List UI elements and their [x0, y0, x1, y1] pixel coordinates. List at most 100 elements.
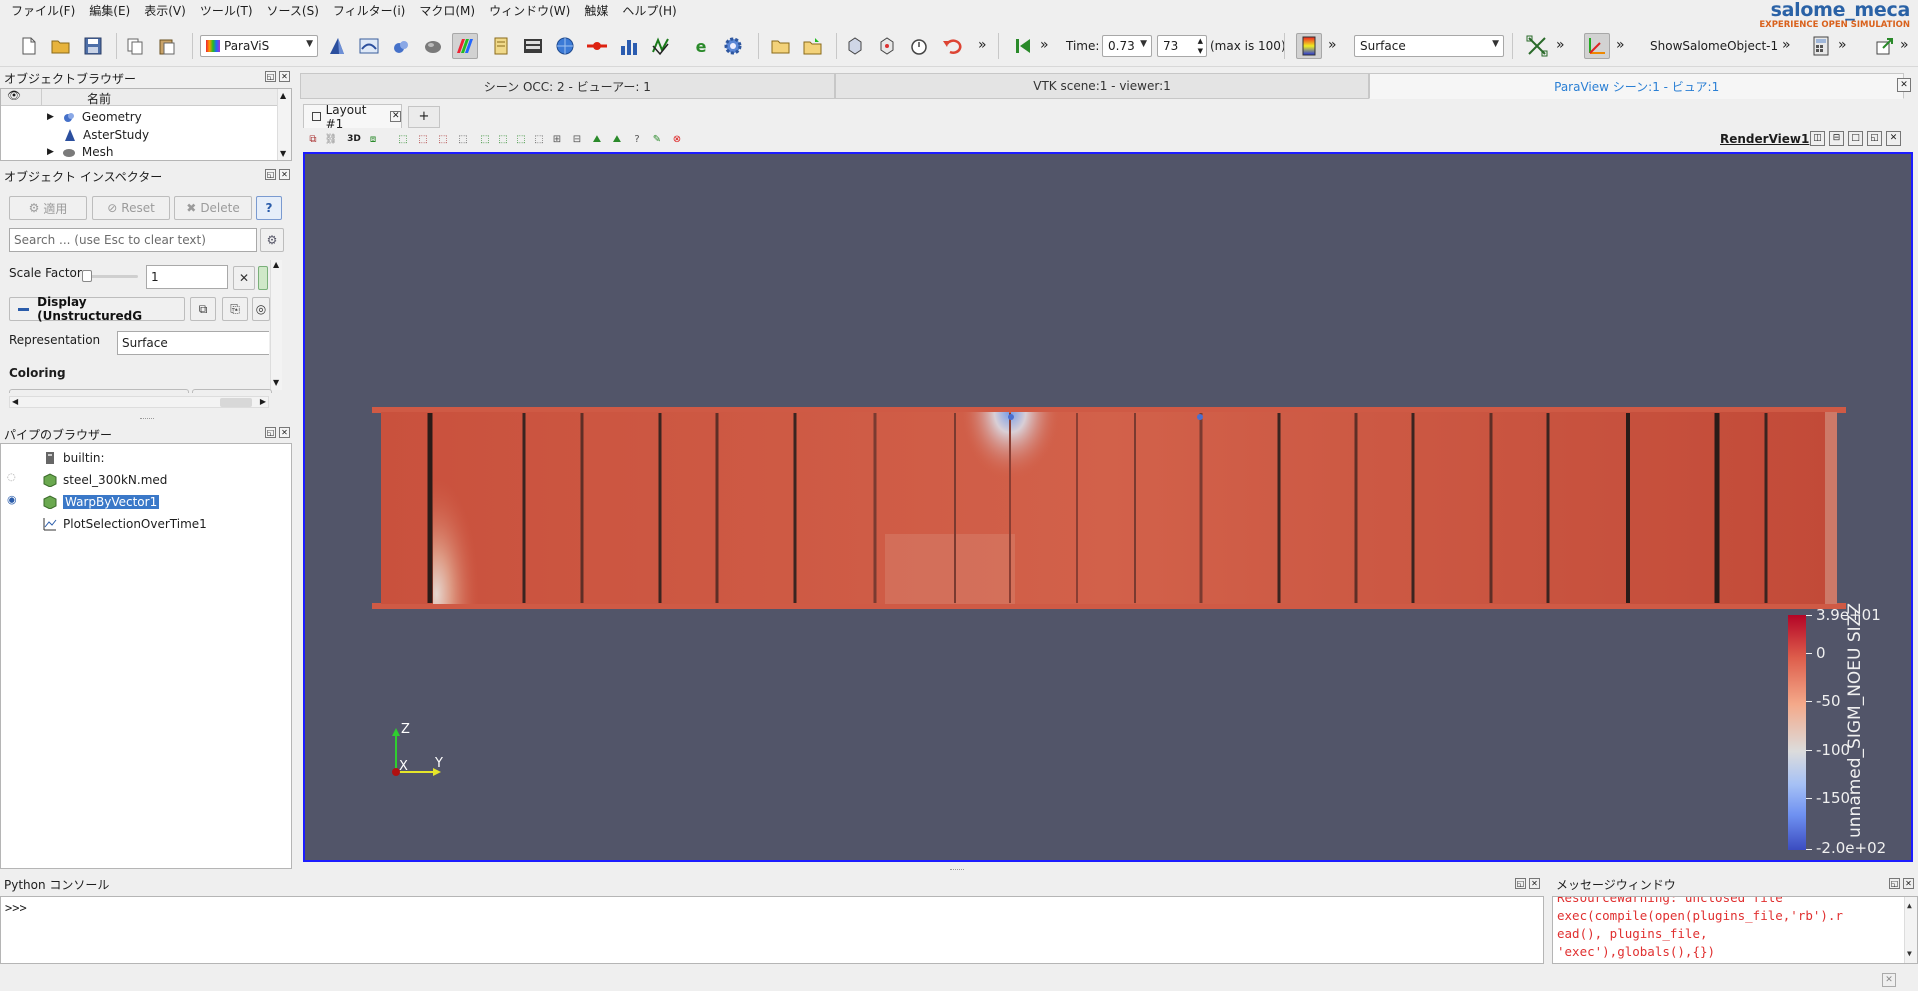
scroll-up-icon[interactable]: ▲ — [273, 260, 279, 269]
scroll-left-icon[interactable]: ◀ — [12, 397, 18, 406]
message-window[interactable]: ResourceWarning: unclosed file exec(comp… — [1552, 896, 1918, 964]
add-layout-tab-button[interactable]: + — [408, 106, 440, 128]
close-icon[interactable]: ✕ — [279, 427, 290, 438]
close-icon[interactable]: ✕ — [279, 71, 290, 82]
inspector-horizontal-scrollbar[interactable]: ◀ ▶ — [9, 396, 269, 408]
show-salome-object-label[interactable]: ShowSalomeObject-1 — [1650, 39, 1778, 53]
mesh-module-icon[interactable] — [420, 33, 446, 59]
menu-view[interactable]: 表示(V) — [137, 0, 193, 22]
menu-sources[interactable]: ソース(S) — [260, 0, 326, 22]
camera-link-icon[interactable] — [842, 33, 868, 59]
representation-combo[interactable]: Surface ▼ — [1354, 35, 1504, 57]
paste-icon[interactable] — [154, 33, 180, 59]
reset-value-button[interactable]: ✕ — [233, 266, 255, 290]
camera-undo-icon[interactable]: ⧈ — [366, 132, 380, 146]
new-document-icon[interactable] — [16, 33, 42, 59]
split-horizontal-icon[interactable]: ◫ — [1810, 131, 1825, 146]
tab-paraview-viewer[interactable]: ParaView シーン:1 - ビュア:1 — [1369, 73, 1905, 99]
scroll-up-icon[interactable]: ▲ — [280, 91, 286, 100]
extract-selection-icon[interactable]: ⛰ — [590, 132, 604, 146]
open-data-icon[interactable] — [768, 33, 794, 59]
select-cells-icon[interactable]: ⬚ — [396, 132, 410, 146]
paravis-module-button[interactable] — [452, 33, 478, 59]
menu-catalyst[interactable]: 触媒 — [577, 0, 615, 22]
close-view-icon[interactable]: ✕ — [1886, 131, 1901, 146]
scrollbar-thumb[interactable] — [220, 398, 252, 407]
shrink-selection-icon[interactable]: ⊟ — [570, 132, 584, 146]
3d-toggle[interactable]: 3D — [344, 132, 364, 146]
menu-edit[interactable]: 編集(E) — [82, 0, 137, 22]
scale-factor-slider[interactable] — [82, 270, 138, 282]
name-column-header[interactable]: 名前 — [87, 90, 111, 107]
capture-icon[interactable]: ⧉ — [306, 132, 320, 146]
eficas-icon[interactable] — [356, 33, 382, 59]
copy-properties-icon[interactable]: ⧉ — [190, 297, 216, 321]
splitter-handle[interactable] — [140, 418, 154, 420]
more-object-chevron[interactable]: » — [1782, 37, 1791, 53]
save-icon[interactable] — [80, 33, 106, 59]
maximize-icon[interactable]: □ — [1848, 131, 1863, 146]
clear-status-icon[interactable]: ✕ — [1882, 973, 1896, 987]
close-icon[interactable]: ✕ — [279, 169, 290, 180]
plot-selection-icon[interactable]: ⛰ — [610, 132, 624, 146]
select-points-icon[interactable]: ⬚ — [416, 132, 430, 146]
representation-dropdown[interactable]: Surface — [117, 331, 269, 355]
visibility-hidden-eye-icon[interactable]: ◌ — [7, 472, 16, 483]
tab-occ-viewer[interactable]: シーン OCC: 2 - ビューアー: 1 — [300, 73, 835, 99]
close-icon[interactable]: ✕ — [1903, 878, 1914, 889]
calculator-icon[interactable] — [1808, 33, 1834, 59]
hover-points-icon[interactable]: ⬚ — [496, 132, 510, 146]
scroll-down-icon[interactable]: ▼ — [280, 149, 286, 158]
render-view-canvas[interactable]: Z X Y — [303, 152, 1913, 862]
advanced-properties-gear-icon[interactable]: ⚙ — [260, 228, 284, 252]
undo-icon[interactable] — [940, 33, 966, 59]
export-icon[interactable] — [1872, 33, 1898, 59]
grow-selection-icon[interactable]: ⊞ — [550, 132, 564, 146]
open-folder-icon[interactable] — [48, 33, 74, 59]
globe-icon[interactable] — [552, 33, 578, 59]
pipeline-item-warpbyvector[interactable]: WarpByVector1 — [43, 493, 160, 511]
scale-factor-input[interactable]: 1 — [146, 265, 228, 289]
plot-lines-icon[interactable] — [648, 33, 674, 59]
more-camera-chevron[interactable]: » — [1556, 37, 1565, 53]
pipeline-item-builtin[interactable]: builtin: — [43, 449, 105, 467]
paste-properties-icon[interactable]: ⎘ — [222, 297, 248, 321]
bar-chart-icon[interactable] — [616, 33, 642, 59]
select-frustum-icon[interactable]: ⬚ — [436, 132, 450, 146]
float-icon[interactable]: ◱ — [1889, 878, 1900, 889]
time-value-combo[interactable]: 0.73 ▼ — [1102, 35, 1152, 57]
more-colormap-chevron[interactable]: » — [1328, 37, 1337, 53]
apply-button[interactable]: ⚙ 適用 — [9, 196, 87, 220]
float-icon[interactable]: ◱ — [265, 169, 276, 180]
link-icon[interactable]: ⛓ — [324, 132, 338, 146]
delete-button[interactable]: ✖ Delete — [174, 196, 252, 220]
splitter-handle[interactable] — [950, 869, 964, 871]
load-state-icon[interactable] — [800, 33, 826, 59]
pipeline-item-plotselection[interactable]: PlotSelectionOverTime1 — [43, 515, 207, 533]
geometry-module-icon[interactable] — [388, 33, 414, 59]
expand-arrow-icon[interactable]: ▶ — [47, 147, 54, 157]
message-window-scrollbar[interactable]: ▲ ▼ — [1904, 897, 1917, 963]
asterstudy-icon[interactable] — [324, 33, 350, 59]
visibility-eye-icon[interactable]: ◉ — [7, 493, 17, 506]
script-icon[interactable] — [488, 33, 514, 59]
more-toolbar-chevron[interactable]: » — [978, 37, 987, 53]
menu-tools[interactable]: ツール(T) — [193, 0, 260, 22]
float-icon[interactable]: ◱ — [1515, 878, 1526, 889]
scroll-up-icon[interactable]: ▲ — [1907, 897, 1912, 915]
timestep-spinbox[interactable]: 73 ▲ ▼ — [1157, 35, 1207, 57]
scroll-right-icon[interactable]: ▶ — [260, 397, 266, 406]
first-frame-icon[interactable] — [1010, 33, 1036, 59]
coloring-control[interactable] — [9, 389, 189, 393]
menu-file[interactable]: ファイル(F) — [4, 0, 82, 22]
scroll-down-icon[interactable]: ▼ — [1907, 945, 1912, 963]
data-table-icon[interactable] — [520, 33, 546, 59]
copy-icon[interactable] — [122, 33, 148, 59]
color-map-icon[interactable] — [1296, 33, 1322, 59]
spinbox-arrows-icon[interactable]: ▲ ▼ — [1198, 36, 1203, 56]
properties-search-input[interactable]: Search ... (use Esc to clear text) — [9, 228, 257, 252]
expand-arrow-icon[interactable]: ▶ — [47, 112, 54, 122]
menu-filters[interactable]: フィルター(i) — [326, 0, 412, 22]
slider-handle[interactable] — [82, 270, 92, 282]
star-cube-icon[interactable] — [874, 33, 900, 59]
